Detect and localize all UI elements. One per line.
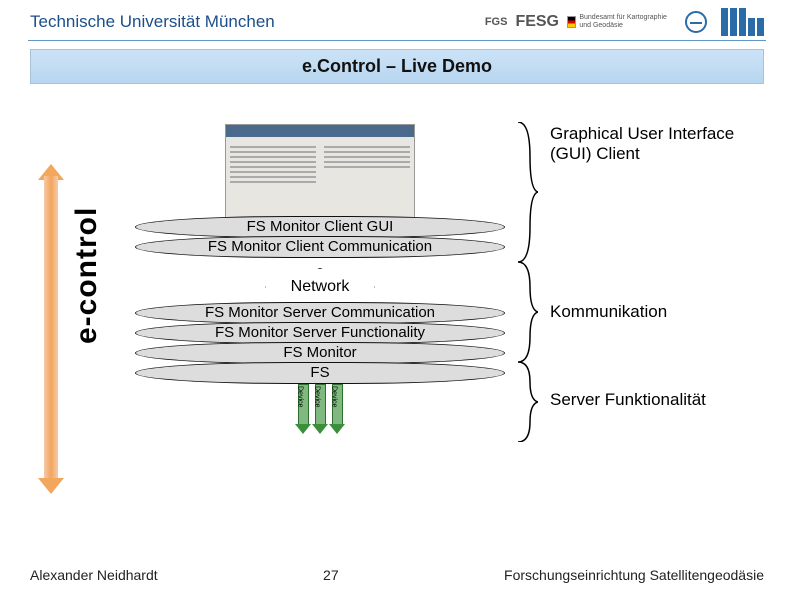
footer: Alexander Neidhardt 27 Forschungseinrich…: [30, 567, 764, 583]
tum-logo: [721, 8, 764, 36]
right-label-gui: Graphical User Interface (GUI) Client: [550, 124, 760, 164]
layer-label: FS Monitor: [135, 344, 505, 361]
fesg-logo: FESG: [515, 13, 559, 31]
layer-label: FS: [135, 364, 505, 381]
gui-screenshot-thumb: [225, 124, 415, 224]
brace-mid: [518, 262, 538, 362]
header-logos: FGS FESG Bundesamt für Kartographie und …: [485, 8, 764, 36]
divider: [28, 40, 766, 41]
device-arrow: Device: [312, 384, 329, 434]
layer-fs-client-comm: FS Monitor Client Communication: [135, 236, 505, 262]
right-label-komm: Kommunikation: [550, 302, 667, 322]
vertical-double-arrow: [38, 164, 64, 494]
fesg-text: FESG: [515, 13, 559, 31]
layer-label: FS Monitor Client Communication: [135, 238, 505, 255]
brace-top: [518, 122, 538, 262]
device-arrows: Device Device Device: [135, 384, 505, 434]
header: Technische Universität München FGS FESG …: [0, 0, 794, 40]
e-control-label: e-control: [70, 207, 104, 344]
layer-label: FS Monitor Client GUI: [135, 218, 505, 235]
brace-bot: [518, 362, 538, 442]
fgs-text: FGS: [485, 16, 508, 28]
right-label-server: Server Funktionalität: [550, 390, 706, 410]
footer-page: 27: [158, 567, 504, 583]
footer-author: Alexander Neidhardt: [30, 567, 158, 583]
bkg-logo: Bundesamt für Kartographie und Geodäsie: [567, 14, 677, 29]
fesg-round-icon: [685, 11, 707, 33]
slide-title: e.Control – Live Demo: [30, 49, 764, 84]
device-arrow: Device: [295, 384, 312, 434]
device-label: Device: [331, 386, 338, 407]
network-label: Network: [291, 278, 350, 295]
fgs-logo: FGS: [485, 16, 508, 28]
device-label: Device: [314, 386, 321, 407]
layer-label: FS Monitor Server Communication: [135, 304, 505, 321]
device-arrow: Device: [329, 384, 346, 434]
device-label: Device: [297, 386, 304, 407]
diagram: e-control FS Monitor Client GUI FS Monit…: [30, 114, 764, 534]
footer-org: Forschungseinrichtung Satellitengeodäsie: [504, 567, 764, 583]
network-cloud: Network: [265, 268, 376, 306]
layer-stack: FS Monitor Client GUI FS Monitor Client …: [135, 124, 505, 434]
university-name: Technische Universität München: [30, 12, 275, 32]
layer-label: FS Monitor Server Functionality: [135, 324, 505, 341]
bkg-text: Bundesamt für Kartographie und Geodäsie: [579, 14, 677, 29]
